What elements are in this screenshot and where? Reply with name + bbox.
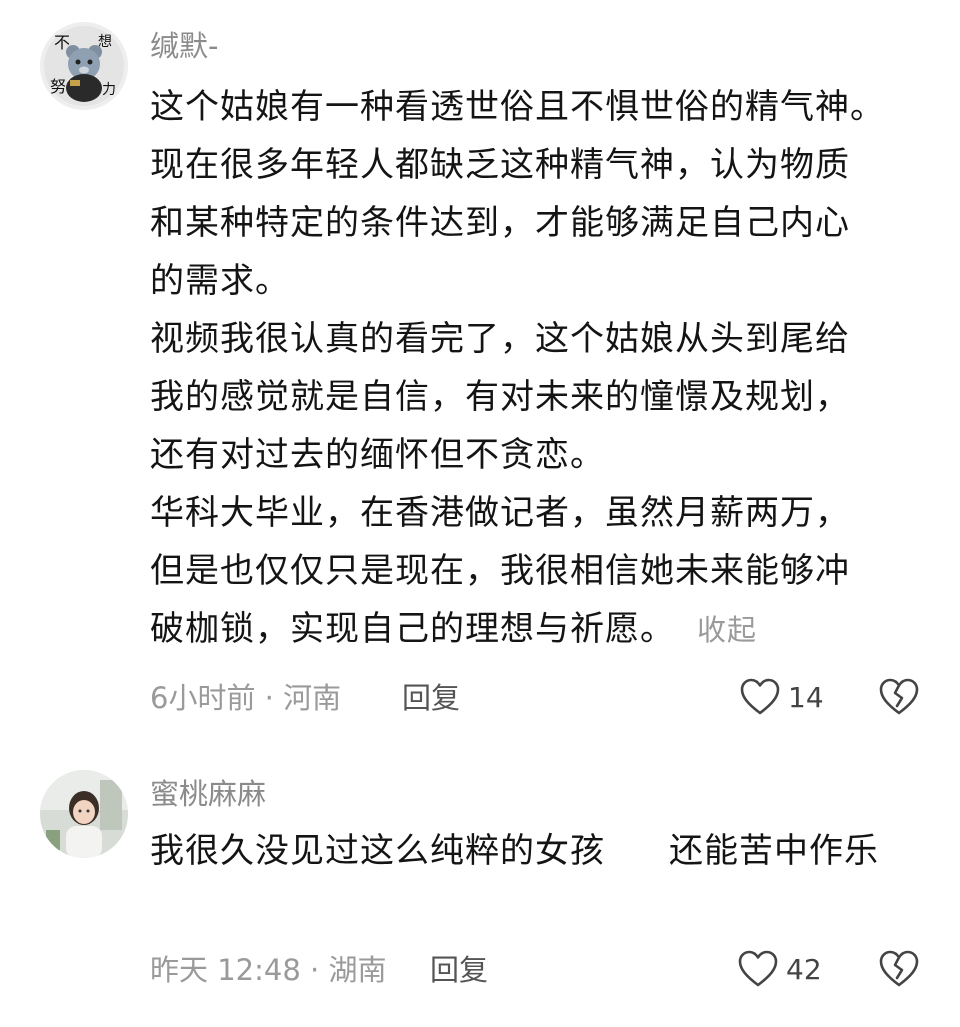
broken-heart-icon	[879, 678, 919, 715]
comment-line: 和某种特定的条件达到，才能够满足自己内心	[150, 203, 850, 243]
like-button[interactable]: 14	[740, 678, 824, 716]
comment-line: 我很久没见过这么纯粹的女孩 还能苦中作乐	[150, 822, 930, 880]
svg-text:力: 力	[102, 82, 116, 98]
comment-line: 的需求。	[150, 261, 290, 301]
cartoon-bear-avatar-icon: 不 想 努 力	[40, 22, 128, 110]
comment-time-location: 昨天 12:48 · 湖南	[150, 953, 387, 987]
heart-outline-icon	[738, 950, 778, 987]
dislike-button[interactable]	[879, 950, 919, 992]
comment-line: 破枷锁，实现自己的理想与祈愿。	[150, 609, 675, 649]
comment-item: 不 想 努 力 缄默- 这个姑娘有一种看透世俗且不惧世俗的精气神。 现在很多年轻…	[0, 0, 960, 740]
comment-username[interactable]: 蜜桃麻麻	[150, 776, 266, 812]
child-photo-avatar-icon	[40, 770, 128, 858]
comment-line: 华科大毕业，在香港做记者，虽然月薪两万，	[150, 493, 850, 533]
comment-body: 这个姑娘有一种看透世俗且不惧世俗的精气神。 现在很多年轻人都缺乏这种精气神，认为…	[150, 78, 930, 659]
comment-body: 我很久没见过这么纯粹的女孩 还能苦中作乐	[150, 822, 930, 880]
like-button[interactable]: 42	[738, 950, 822, 988]
user-avatar[interactable]: 不 想 努 力	[40, 22, 128, 110]
heart-outline-icon	[740, 678, 780, 715]
comment-text-part: 还能苦中作乐	[669, 831, 879, 871]
comment-line: 这个姑娘有一种看透世俗且不惧世俗的精气神。	[150, 87, 885, 127]
comment-line: 现在很多年轻人都缺乏这种精气神，认为物质	[150, 145, 850, 185]
comment-line-last: 破枷锁，实现自己的理想与祈愿。 收起	[150, 600, 930, 659]
svg-text:努: 努	[50, 77, 66, 96]
comment-text-part: 我很久没见过这么纯粹的女孩	[150, 831, 605, 871]
like-count: 42	[786, 952, 822, 986]
comment-line: 但是也仅仅只是现在，我很相信她未来能够冲	[150, 551, 850, 591]
comment-line: 视频我很认真的看完了，这个姑娘从头到尾给	[150, 319, 850, 359]
comment-item: 蜜桃麻麻 我很久没见过这么纯粹的女孩 还能苦中作乐 昨天 12:48 · 湖南 回…	[0, 740, 960, 1027]
comment-time-location: 6小时前 · 河南	[150, 681, 342, 715]
like-count: 14	[788, 680, 824, 714]
comment-username[interactable]: 缄默-	[150, 28, 218, 64]
reply-button[interactable]: 回复	[430, 952, 488, 988]
comment-line: 我的感觉就是自信，有对未来的憧憬及规划，	[150, 377, 850, 417]
comment-list: { "comments": [ { "username": "缄默-", "av…	[0, 0, 960, 1027]
collapse-button[interactable]: 收起	[697, 613, 757, 647]
reply-button[interactable]: 回复	[402, 680, 460, 716]
broken-heart-icon	[879, 950, 919, 987]
comment-line: 还有对过去的缅怀但不贪恋。	[150, 435, 605, 475]
dislike-button[interactable]	[879, 678, 919, 720]
user-avatar[interactable]	[40, 770, 128, 858]
